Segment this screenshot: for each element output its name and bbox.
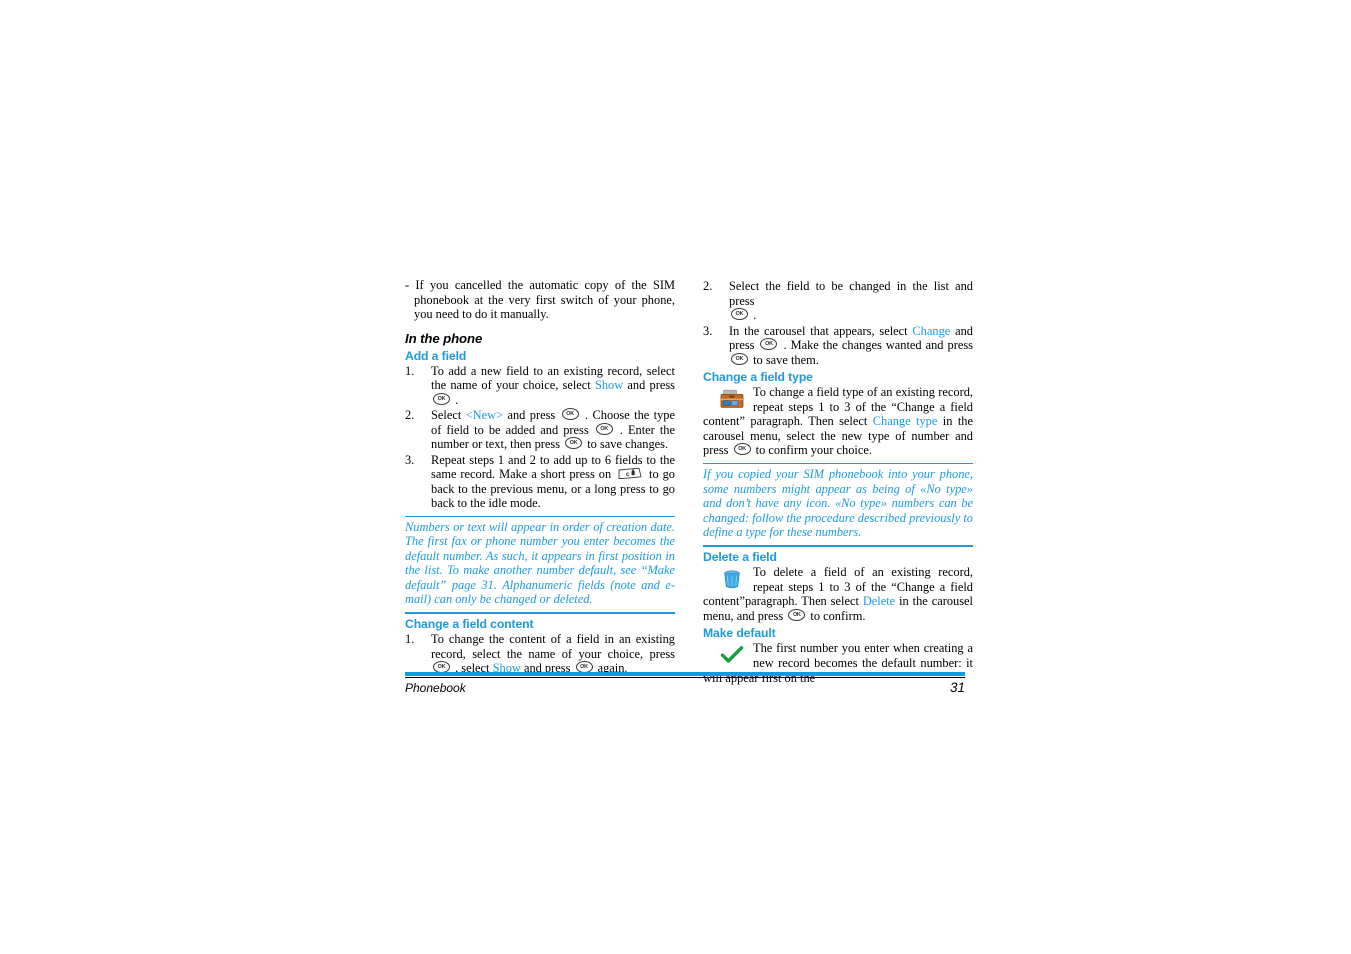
list-item: 1. To change the content of a field in a…	[405, 632, 675, 676]
rstep3-text-a: In the carousel that appears, select	[729, 323, 913, 338]
list-number: 1.	[405, 363, 415, 378]
subheading-make-default: Make default	[703, 626, 776, 641]
rstep2-text-a: Select the field to be changed in the li…	[729, 279, 973, 308]
daf-text-c: to confirm.	[807, 608, 866, 623]
subheading-change-a-field-type: Change a field type	[703, 370, 813, 384]
note-paragraph-right: If you copied your SIM phonebook into yo…	[703, 466, 973, 540]
list-item: 3. In the carousel that appears, select …	[703, 324, 973, 368]
subheading-add-a-field: Add a field	[405, 348, 467, 363]
ok-key-icon	[561, 408, 579, 420]
subheading-change-a-field-content: Change a field content	[405, 617, 534, 632]
list-text: Select <New> and press . Choose the type…	[431, 408, 675, 452]
section-heading-in-the-phone: In the phone	[405, 330, 483, 346]
divider-below-note	[405, 612, 675, 615]
note-paragraph-left: Numbers or text will appear in order of …	[405, 519, 675, 607]
footer-page-number: 31	[949, 680, 965, 695]
trash-icon	[719, 567, 745, 591]
ok-key-icon	[595, 422, 613, 435]
footer-row: Phonebook 31	[405, 677, 965, 695]
svg-text:c: c	[626, 471, 630, 478]
link-show[interactable]: Show	[595, 378, 623, 392]
page-footer: Phonebook 31	[405, 672, 965, 695]
left-column: - If you cancelled the automatic copy of…	[405, 278, 675, 685]
list-text: Repeat steps 1 and 2 to add up to 6 fiel…	[431, 453, 675, 511]
link-new[interactable]: <New>	[466, 408, 503, 422]
list-text: In the carousel that appears, select Cha…	[729, 324, 973, 368]
divider-above-note	[405, 515, 675, 517]
link-change[interactable]: Change	[912, 324, 950, 338]
list-number: 3.	[405, 452, 415, 467]
footer-accent-bar	[405, 672, 965, 676]
change-field-type-body: To change a field type of an existing re…	[703, 385, 973, 458]
manual-page-content: - If you cancelled the automatic copy of…	[405, 278, 973, 698]
list-item: 2. Select the field to be changed in the…	[703, 279, 973, 323]
list-item: 2. Select <New> and press . Choose the t…	[405, 408, 675, 452]
rstep3-text-c: . Make the changes wanted and press	[779, 338, 973, 352]
list-item: 1. To add a new field to an existing rec…	[405, 364, 675, 408]
cfc-text-a: To change the content of a field in an e…	[431, 632, 675, 661]
green-check-icon	[719, 643, 745, 667]
step2-text-e: to save changes.	[584, 437, 669, 451]
link-delete[interactable]: Delete	[863, 594, 895, 608]
cft-text-c: to confirm your choice.	[752, 443, 872, 458]
footer-chapter-title: Phonebook	[405, 681, 466, 695]
ok-key-icon	[733, 443, 751, 456]
two-column-layout: - If you cancelled the automatic copy of…	[405, 278, 973, 685]
ok-key-icon	[788, 608, 806, 621]
step2-text-a: Select	[431, 408, 466, 422]
subheading-delete-a-field: Delete a field	[703, 549, 777, 564]
ok-key-icon	[760, 338, 778, 350]
delete-field-body: To delete a field of an existing record,…	[703, 565, 973, 623]
list-number: 2.	[703, 279, 713, 293]
ok-key-icon	[433, 392, 450, 405]
divider-above-note	[703, 462, 973, 464]
ok-key-icon	[731, 308, 748, 320]
list-number: 3.	[703, 323, 713, 338]
rstep2-text-b: .	[750, 308, 757, 322]
ok-key-icon	[565, 437, 583, 449]
list-text: To add a new field to an existing record…	[431, 364, 675, 408]
right-column: 2. Select the field to be changed in the…	[703, 278, 973, 685]
list-text: Select the field to be changed in the li…	[729, 279, 973, 323]
step2-text-b: and press	[503, 408, 560, 422]
intro-dash-item: - If you cancelled the automatic copy of…	[405, 278, 675, 321]
briefcase-icon	[719, 387, 745, 411]
ok-key-icon	[731, 352, 748, 365]
list-item: 3. Repeat steps 1 and 2 to add up to 6 f…	[405, 453, 675, 511]
clear-key-icon: c	[617, 467, 643, 480]
step1-text-b: and press	[623, 378, 675, 392]
link-change-type[interactable]: Change type	[873, 414, 938, 428]
list-text: To change the content of a field in an e…	[431, 632, 675, 676]
rstep3-text-d: to save them.	[750, 352, 819, 367]
list-number: 1.	[405, 632, 415, 647]
divider-below-note	[703, 544, 973, 547]
list-number: 2.	[405, 408, 415, 422]
step1-text-c: .	[452, 392, 459, 407]
